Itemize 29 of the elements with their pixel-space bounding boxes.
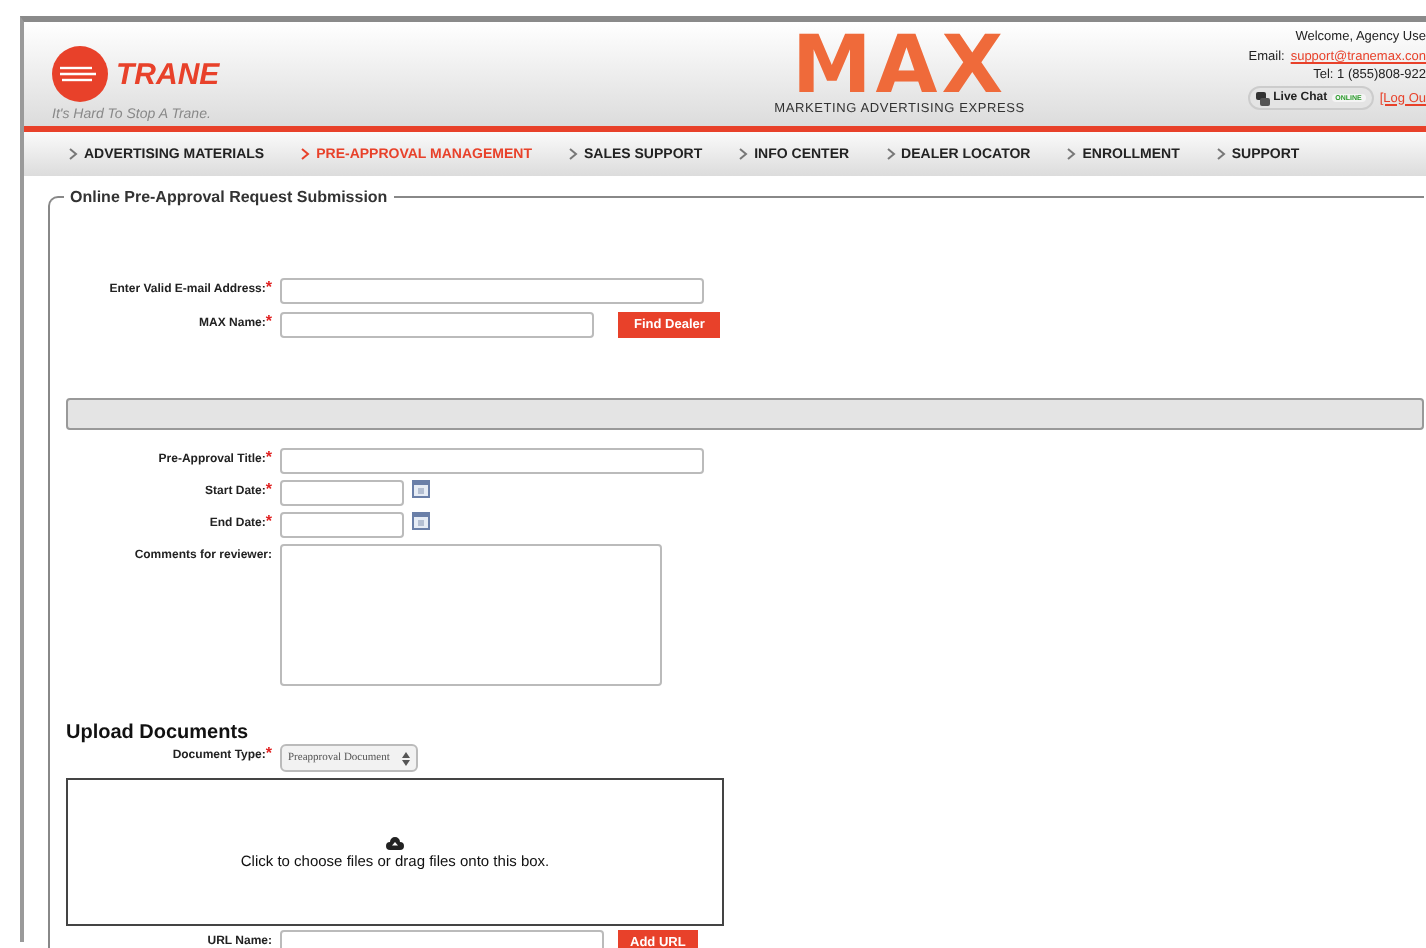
chevron-icon: [567, 148, 578, 160]
text-field[interactable]: [280, 278, 704, 304]
cloud-upload-icon: [386, 835, 404, 849]
chevron-icon: [1066, 148, 1077, 160]
required-mark: *: [265, 278, 272, 296]
date-field[interactable]: [280, 512, 404, 538]
calendar-icon[interactable]: [412, 480, 430, 498]
text-field[interactable]: [280, 312, 594, 338]
max-logo: MAX: [792, 30, 1008, 102]
chevron-icon: [738, 148, 749, 160]
chat-icon: [1255, 91, 1270, 105]
brand-name: TRANE: [116, 57, 220, 91]
upload-heading: Upload Documents: [66, 722, 249, 744]
chevron-icon: [1215, 148, 1226, 160]
form-title: Online Pre-Approval Request Submission: [68, 188, 390, 206]
required-mark: *: [265, 448, 272, 466]
chevron-icon: [68, 148, 78, 160]
chevron-icon: [300, 148, 311, 160]
comments-field[interactable]: [280, 544, 662, 686]
spinner-arrows-icon: [401, 751, 410, 765]
required-mark: *: [265, 480, 272, 498]
required-mark: *: [265, 744, 272, 762]
calendar-icon[interactable]: [412, 512, 430, 530]
chevron-icon: [885, 148, 896, 160]
required-mark: *: [265, 512, 272, 530]
trane-logo-icon: [52, 46, 108, 102]
date-field[interactable]: [280, 480, 404, 506]
text-field[interactable]: [280, 448, 704, 474]
required-mark: *: [265, 312, 272, 330]
